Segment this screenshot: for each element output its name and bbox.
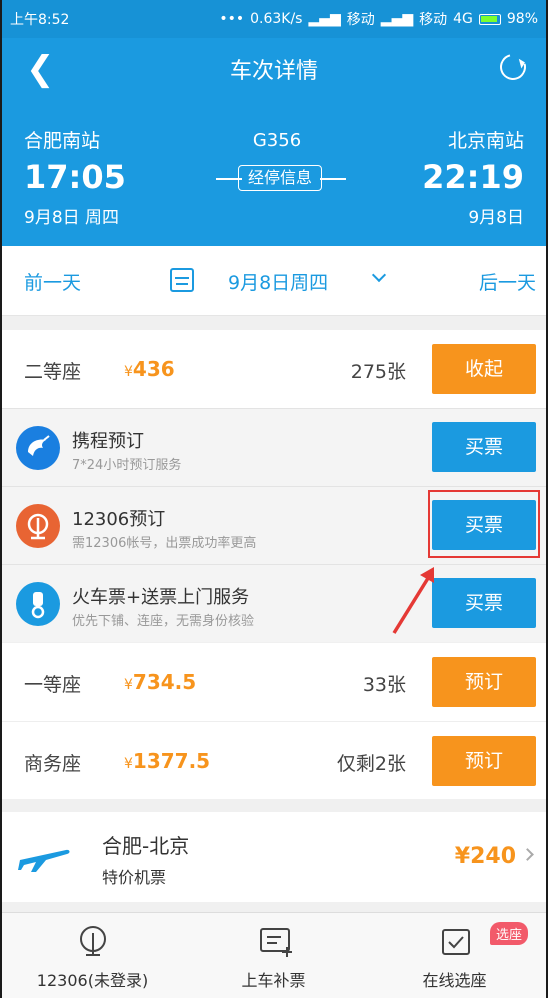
arrive-date: 9月8日 (468, 208, 524, 228)
ticket-add-icon (260, 928, 292, 957)
network-speed: 0.63K/s (250, 11, 303, 27)
depart-date: 9月8日 周四 (24, 208, 120, 228)
carrier-1: 移动 (346, 12, 375, 28)
next-day-button[interactable]: 后一天 (479, 268, 536, 295)
channel-desc: 7*24小时预订服务 (72, 458, 182, 473)
railway-tab-icon (80, 926, 106, 956)
carrier-2: 移动 (419, 12, 448, 28)
train-number: G356 (252, 130, 302, 151)
prev-day-button[interactable]: 前一天 (24, 268, 81, 295)
signal-icon: ▂▄▆ (308, 11, 341, 27)
annotation-arrow-icon (392, 567, 434, 634)
seat-count: 仅剩2张 (336, 753, 406, 775)
book-button[interactable]: 预订 (432, 657, 536, 707)
seat-name: 一等座 (24, 674, 82, 696)
seat-name: 商务座 (24, 753, 82, 775)
from-station: 合肥南站 (24, 130, 101, 152)
depart-time: 17:05 (24, 158, 126, 196)
channel-desc: 需12306帐号，出票成功率更高 (72, 536, 257, 551)
channel-title: 携程预订 (72, 431, 144, 452)
stops-info-button[interactable]: 经停信息 (238, 165, 322, 191)
seat-price: ¥734.5 (124, 670, 197, 694)
flight-route: 合肥-北京 (102, 834, 190, 858)
seat-row-first-class: 一等座 ¥734.5 33张 预订 (2, 643, 546, 721)
trip-header: ❮ 车次详情 合肥南站 17:05 9月8日 周四 G356 经停信息 北京南站… (2, 38, 546, 246)
seat-row-business-class: 商务座 ¥1377.5 仅剩2张 预订 (2, 721, 546, 799)
buy-ticket-button[interactable]: 买票 (432, 422, 536, 472)
status-dots: ••• (219, 11, 245, 27)
seat-row-second-class: 二等座 ¥436 275张 收起 (2, 330, 546, 408)
channel-title: 火车票+送票上门服务 (72, 587, 250, 608)
ctrip-dolphin-icon (16, 426, 60, 470)
status-bar: 上午8:52 ••• 0.63K/s ▂▄▆ 移动 ▂▄▆ 移动 4G 98% (2, 0, 546, 38)
arrive-time: 22:19 (422, 158, 524, 196)
calendar-icon[interactable] (170, 268, 194, 292)
flight-promo[interactable]: 合肥-北京 特价机票 ¥240 (2, 812, 546, 902)
channel-ctrip: 携程预订 7*24小时预订服务 买票 (2, 408, 546, 486)
battery-level: 98% (506, 11, 538, 27)
tab-label: 在线选座 (422, 971, 487, 990)
tab-label: 12306(未登录) (36, 971, 149, 990)
flight-price: ¥240 (454, 844, 516, 869)
delivery-scooter-icon (16, 582, 60, 626)
battery-icon (478, 13, 501, 25)
date-selector[interactable]: 9月8日周四 (228, 268, 328, 295)
route-line-right (320, 178, 346, 180)
seat-name: 二等座 (24, 361, 82, 383)
seat-count: 33张 (362, 674, 406, 696)
airplane-icon (18, 849, 70, 872)
network-type: 4G (453, 11, 473, 27)
railway-logo-icon (16, 504, 60, 548)
seat-count: 275张 (350, 361, 406, 383)
chevron-down-icon[interactable] (371, 267, 387, 283)
flight-label: 特价机票 (102, 868, 167, 887)
app-screen: 上午8:52 ••• 0.63K/s ▂▄▆ 移动 ▂▄▆ 移动 4G 98% … (2, 0, 546, 998)
tab-make-up-ticket[interactable]: 上车补票 (183, 913, 364, 998)
book-button[interactable]: 预订 (432, 736, 536, 786)
signal-icon-2: ▂▄▆ (380, 11, 414, 27)
highlight-box (428, 490, 540, 558)
seat-check-icon (442, 929, 470, 955)
buy-ticket-button[interactable]: 买票 (432, 578, 536, 628)
tab-label: 上车补票 (241, 971, 306, 990)
seat-price: ¥1377.5 (124, 749, 211, 773)
chevron-right-icon (521, 848, 534, 861)
collapse-button[interactable]: 收起 (432, 344, 536, 394)
nav-bar: ❮ 车次详情 (2, 38, 546, 100)
tab-12306[interactable]: 12306(未登录) (2, 913, 183, 998)
date-bar: 前一天 9月8日周四 后一天 (2, 246, 546, 316)
status-time: 上午8:52 (10, 12, 70, 28)
seat-price: ¥436 (124, 357, 175, 381)
to-station: 北京南站 (447, 130, 524, 152)
channel-delivery: 火车票+送票上门服务 优先下铺、连座，无需身份核验 买票 (2, 564, 546, 642)
bottom-tab-bar: 12306(未登录) 上车补票 在线选座 (2, 912, 546, 998)
page-title: 车次详情 (229, 59, 318, 84)
channel-title: 12306预订 (72, 509, 166, 530)
seat-select-badge: 选座 (490, 922, 529, 945)
channel-desc: 优先下铺、连座，无需身份核验 (72, 614, 255, 629)
